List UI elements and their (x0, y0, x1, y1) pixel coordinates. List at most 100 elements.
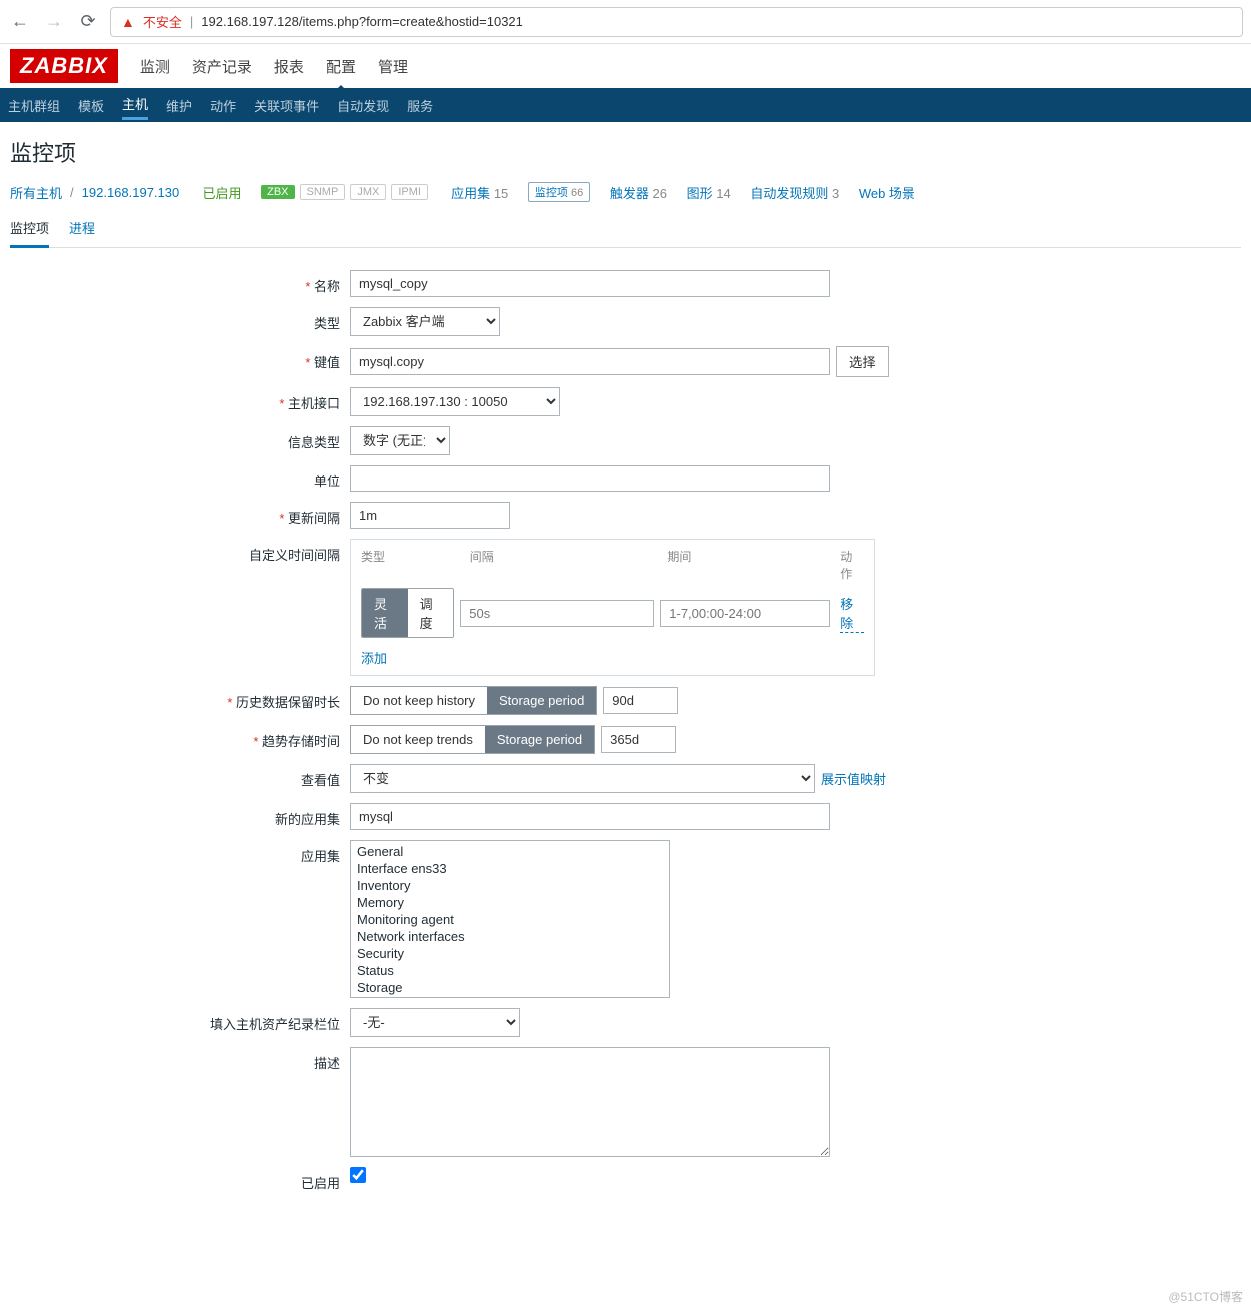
desc-textarea[interactable] (350, 1047, 830, 1157)
url-separator: | (190, 14, 193, 29)
url-text: 192.168.197.128/items.php?form=create&ho… (201, 14, 523, 29)
bc-all-hosts[interactable]: 所有主机 (10, 183, 62, 202)
nav-inventory[interactable]: 资产记录 (192, 56, 252, 77)
tab-item[interactable]: 监控项 (10, 218, 49, 248)
bc-triggers-count: 26 (652, 186, 666, 201)
app-opt[interactable]: Zabbix raw items (355, 996, 665, 998)
app-opt[interactable]: General (355, 843, 665, 860)
key-input[interactable] (350, 348, 830, 375)
bc-items[interactable]: 监控项 (535, 187, 568, 199)
subnav-services[interactable]: 服务 (407, 96, 433, 115)
trends-storage[interactable]: Storage period (485, 726, 594, 753)
newapp-input[interactable] (350, 803, 830, 830)
update-input[interactable] (350, 502, 510, 529)
ci-remove-link[interactable]: 移除 (840, 594, 864, 633)
app-opt[interactable]: Storage (355, 979, 665, 996)
bc-host[interactable]: 192.168.197.130 (82, 185, 180, 200)
type-select[interactable]: Zabbix 客户端 (350, 307, 500, 336)
subnav-correlation[interactable]: 关联项事件 (254, 96, 319, 115)
ih-period: 期间 (667, 548, 840, 582)
sched-toggle[interactable]: 调度 (408, 589, 454, 637)
interface-select[interactable]: 192.168.197.130 : 10050 (350, 387, 560, 416)
subnav-hostgroups[interactable]: 主机群组 (8, 96, 60, 115)
bc-apps[interactable]: 应用集 (451, 186, 490, 201)
app-opt[interactable]: Status (355, 962, 665, 979)
bc-discovery-count: 3 (832, 186, 839, 201)
ci-interval-input[interactable] (460, 600, 654, 627)
inventory-select[interactable]: -无- (350, 1008, 520, 1037)
bc-apps-count: 15 (494, 186, 508, 201)
name-input[interactable] (350, 270, 830, 297)
show-valuemap-link[interactable]: 展示值映射 (821, 769, 886, 788)
app-opt[interactable]: Inventory (355, 877, 665, 894)
unit-input[interactable] (350, 465, 830, 492)
lbl-type: 类型 (50, 307, 350, 332)
forward-icon[interactable]: → (42, 10, 66, 34)
bc-discovery[interactable]: 自动发现规则 (750, 186, 828, 201)
subnav-templates[interactable]: 模板 (78, 96, 104, 115)
apps-listbox[interactable]: General Interface ens33 Inventory Memory… (350, 840, 670, 998)
warning-icon: ▲ (121, 14, 135, 30)
lbl-desc: 描述 (50, 1047, 350, 1072)
nav-administration[interactable]: 管理 (378, 56, 408, 77)
bc-graphs-count: 14 (716, 186, 730, 201)
history-nokeep[interactable]: Do not keep history (351, 687, 487, 714)
bc-sep: / (70, 185, 74, 200)
breadcrumb: 所有主机 / 192.168.197.130 已启用 ZBX SNMP JMX … (10, 182, 1241, 202)
subnav-maintenance[interactable]: 维护 (166, 96, 192, 115)
history-input[interactable] (603, 687, 678, 714)
app-opt[interactable]: Interface ens33 (355, 860, 665, 877)
nav-configuration[interactable]: 配置 (326, 56, 356, 77)
bc-triggers[interactable]: 触发器 (610, 186, 649, 201)
app-opt[interactable]: Monitoring agent (355, 911, 665, 928)
badge-ipmi: IPMI (391, 184, 428, 200)
bc-graphs[interactable]: 图形 (687, 186, 713, 201)
insecure-label: 不安全 (143, 12, 182, 31)
nav-reports[interactable]: 报表 (274, 56, 304, 77)
ih-action: 动作 (840, 548, 864, 582)
item-form: 名称 类型 Zabbix 客户端 键值 选择 主机接口 192.168.197.… (50, 270, 950, 1192)
back-icon[interactable]: ← (8, 10, 32, 34)
subnav-hosts[interactable]: 主机 (122, 94, 148, 120)
ci-add-link[interactable]: 添加 (361, 648, 864, 667)
app-opt[interactable]: Network interfaces (355, 928, 665, 945)
history-storage[interactable]: Storage period (487, 687, 596, 714)
watermark: @51CTO博客 (1168, 1288, 1243, 1305)
trends-nokeep[interactable]: Do not keep trends (351, 726, 485, 753)
lbl-update: 更新间隔 (50, 502, 350, 527)
lbl-inventory: 填入主机资产纪录栏位 (50, 1008, 350, 1033)
flex-toggle[interactable]: 灵活 (362, 589, 408, 637)
subnav-discovery[interactable]: 自动发现 (337, 96, 389, 115)
nav-monitoring[interactable]: 监测 (140, 56, 170, 77)
interval-box: 类型 间隔 期间 动作 灵活 调度 移除 添加 (350, 539, 875, 676)
app-opt[interactable]: Memory (355, 894, 665, 911)
select-key-button[interactable]: 选择 (836, 346, 889, 377)
lbl-key: 键值 (50, 346, 350, 371)
viewvalue-select[interactable]: 不变 (350, 764, 815, 793)
lbl-infotype: 信息类型 (50, 426, 350, 451)
lbl-newapp: 新的应用集 (50, 803, 350, 828)
badge-zbx: ZBX (261, 185, 294, 199)
reload-icon[interactable]: ⟳ (76, 10, 100, 34)
infotype-select[interactable]: 数字 (无正负) (350, 426, 450, 455)
address-bar[interactable]: ▲ 不安全 | 192.168.197.128/items.php?form=c… (110, 7, 1243, 37)
trends-input[interactable] (601, 726, 676, 753)
enabled-checkbox[interactable] (350, 1167, 366, 1183)
bc-status: 已启用 (202, 183, 241, 202)
ih-interval: 间隔 (470, 548, 668, 582)
subnav-actions[interactable]: 动作 (210, 96, 236, 115)
lbl-history: 历史数据保留时长 (50, 686, 350, 711)
ci-period-input[interactable] (660, 600, 830, 627)
lbl-unit: 单位 (50, 465, 350, 490)
lbl-interface: 主机接口 (50, 387, 350, 412)
sub-nav: 主机群组 模板 主机 维护 动作 关联项事件 自动发现 服务 (0, 88, 1251, 122)
logo[interactable]: ZABBIX (10, 49, 118, 83)
tabs: 监控项 进程 (10, 218, 1241, 248)
app-opt[interactable]: Security (355, 945, 665, 962)
badge-jmx: JMX (350, 184, 386, 200)
bc-web[interactable]: Web 场景 (859, 183, 915, 202)
trends-toggle: Do not keep trends Storage period (350, 725, 595, 754)
tab-process[interactable]: 进程 (69, 218, 95, 247)
bc-items-count: 66 (571, 187, 583, 199)
top-nav: ZABBIX 监测 资产记录 报表 配置 管理 (0, 44, 1251, 88)
